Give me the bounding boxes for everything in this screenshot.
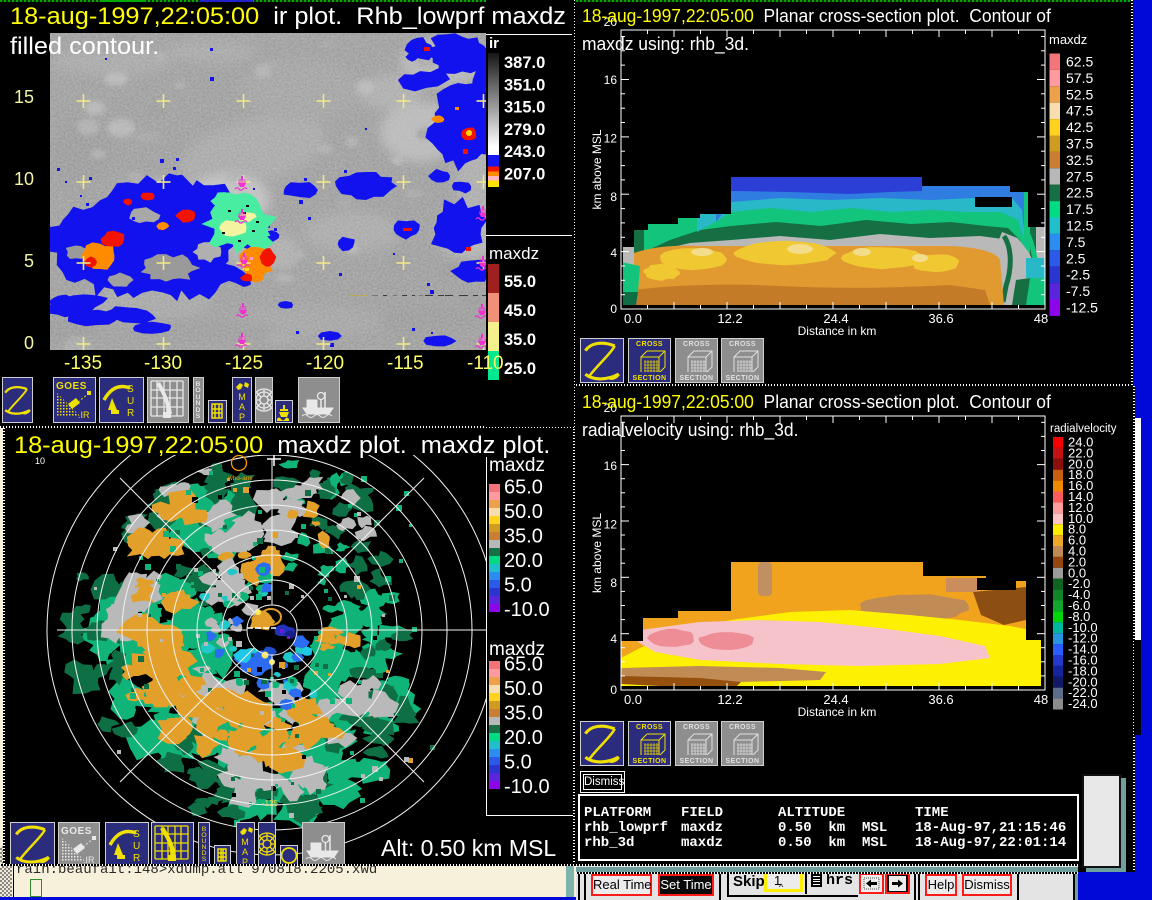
svg-text:47.5: 47.5	[1066, 103, 1093, 119]
svg-text:-2.5: -2.5	[1066, 267, 1090, 283]
svg-text:-10.0: -10.0	[504, 776, 550, 798]
svg-text:2.5: 2.5	[1066, 250, 1086, 266]
svg-text:7.5: 7.5	[1066, 234, 1086, 250]
svg-text:0: 0	[610, 683, 617, 697]
svg-text:0.0: 0.0	[624, 692, 642, 707]
svg-text:20.0: 20.0	[504, 550, 543, 572]
svg-text:36.6: 36.6	[928, 311, 953, 326]
svg-text:S: S	[127, 384, 134, 395]
svg-text:O: O	[195, 387, 200, 394]
svg-text:km above MSL: km above MSL	[590, 513, 604, 593]
svg-text:-125: -125	[262, 799, 279, 808]
svg-text:279.0: 279.0	[504, 121, 545, 139]
svg-text:35.0: 35.0	[504, 526, 543, 548]
svg-text:57.5: 57.5	[1066, 70, 1093, 86]
svg-text:Distance in km: Distance in km	[798, 324, 877, 336]
svg-text:U: U	[133, 841, 140, 852]
svg-text:GOES: GOES	[56, 381, 87, 392]
svg-text:maxdz: maxdz	[489, 244, 539, 263]
svg-text:17.5: 17.5	[1066, 201, 1093, 217]
svg-text:37.5: 37.5	[1066, 136, 1093, 152]
svg-text:km above MSL: km above MSL	[590, 129, 604, 209]
svg-text:-24.0: -24.0	[1068, 696, 1098, 711]
svg-text:387.0: 387.0	[504, 54, 545, 72]
svg-text:32.5: 32.5	[1066, 152, 1093, 168]
svg-text:M: M	[238, 392, 246, 402]
svg-text:12: 12	[604, 132, 618, 146]
svg-text:52.5: 52.5	[1066, 86, 1093, 102]
svg-text:35.0: 35.0	[504, 331, 536, 349]
svg-text:0.0: 0.0	[624, 311, 642, 326]
svg-text:351.0: 351.0	[504, 76, 545, 94]
svg-text:12.2: 12.2	[717, 311, 742, 326]
svg-text:5.0: 5.0	[504, 752, 532, 774]
svg-text:50.0: 50.0	[504, 678, 543, 700]
svg-text:radialvelocity: radialvelocity	[1050, 423, 1117, 435]
svg-text:45.0: 45.0	[504, 302, 536, 320]
svg-text:243.0: 243.0	[504, 143, 545, 161]
svg-text:who-ami: who-ami	[227, 475, 253, 482]
svg-text:P: P	[239, 412, 245, 422]
svg-text:16: 16	[604, 459, 618, 473]
svg-text:315.0: 315.0	[504, 99, 545, 117]
svg-text:maxdz: maxdz	[1049, 32, 1087, 47]
svg-text:12: 12	[604, 518, 618, 532]
svg-text:36.6: 36.6	[928, 692, 953, 707]
svg-text:48: 48	[1034, 692, 1048, 707]
svg-text:A: A	[242, 847, 248, 857]
svg-text:207.0: 207.0	[504, 166, 545, 184]
svg-text:M: M	[241, 837, 249, 847]
svg-text:-7.5: -7.5	[1066, 283, 1090, 299]
svg-text:27.5: 27.5	[1066, 168, 1093, 184]
svg-text:62.5: 62.5	[1066, 54, 1093, 70]
svg-text:16: 16	[604, 73, 618, 87]
svg-text:55.0: 55.0	[504, 273, 536, 291]
svg-text:Distance in km: Distance in km	[798, 705, 877, 719]
svg-text:42.5: 42.5	[1066, 119, 1093, 135]
svg-text:12.2: 12.2	[717, 692, 742, 707]
svg-text:N: N	[196, 400, 201, 407]
svg-text:4: 4	[610, 632, 617, 646]
svg-text:5.0: 5.0	[504, 575, 532, 597]
svg-text:R: R	[127, 408, 134, 419]
svg-text:-10.0: -10.0	[504, 599, 550, 621]
svg-text:0: 0	[610, 302, 617, 316]
svg-text:50.0: 50.0	[504, 501, 543, 523]
svg-text:.IR: .IR	[78, 410, 90, 420]
svg-text:22.5: 22.5	[1066, 185, 1093, 201]
svg-text:R: R	[133, 853, 140, 864]
svg-text:A: A	[239, 402, 245, 412]
svg-text:35.0: 35.0	[504, 703, 543, 725]
svg-text:4: 4	[610, 246, 617, 260]
svg-text:-12.5: -12.5	[1066, 300, 1098, 316]
svg-text:65.0: 65.0	[504, 477, 543, 499]
svg-text:S: S	[133, 829, 140, 840]
svg-text:48: 48	[1034, 311, 1048, 326]
svg-text:12.5: 12.5	[1066, 218, 1093, 234]
svg-text:S: S	[202, 856, 207, 863]
svg-text:GOES: GOES	[61, 826, 92, 837]
svg-text:S: S	[196, 413, 201, 420]
svg-text:20.0: 20.0	[504, 727, 543, 749]
svg-text:8: 8	[610, 190, 617, 204]
svg-text:65.0: 65.0	[504, 654, 543, 676]
svg-text:8: 8	[610, 576, 617, 590]
svg-text:U: U	[127, 396, 134, 407]
svg-text:ir: ir	[489, 35, 499, 52]
